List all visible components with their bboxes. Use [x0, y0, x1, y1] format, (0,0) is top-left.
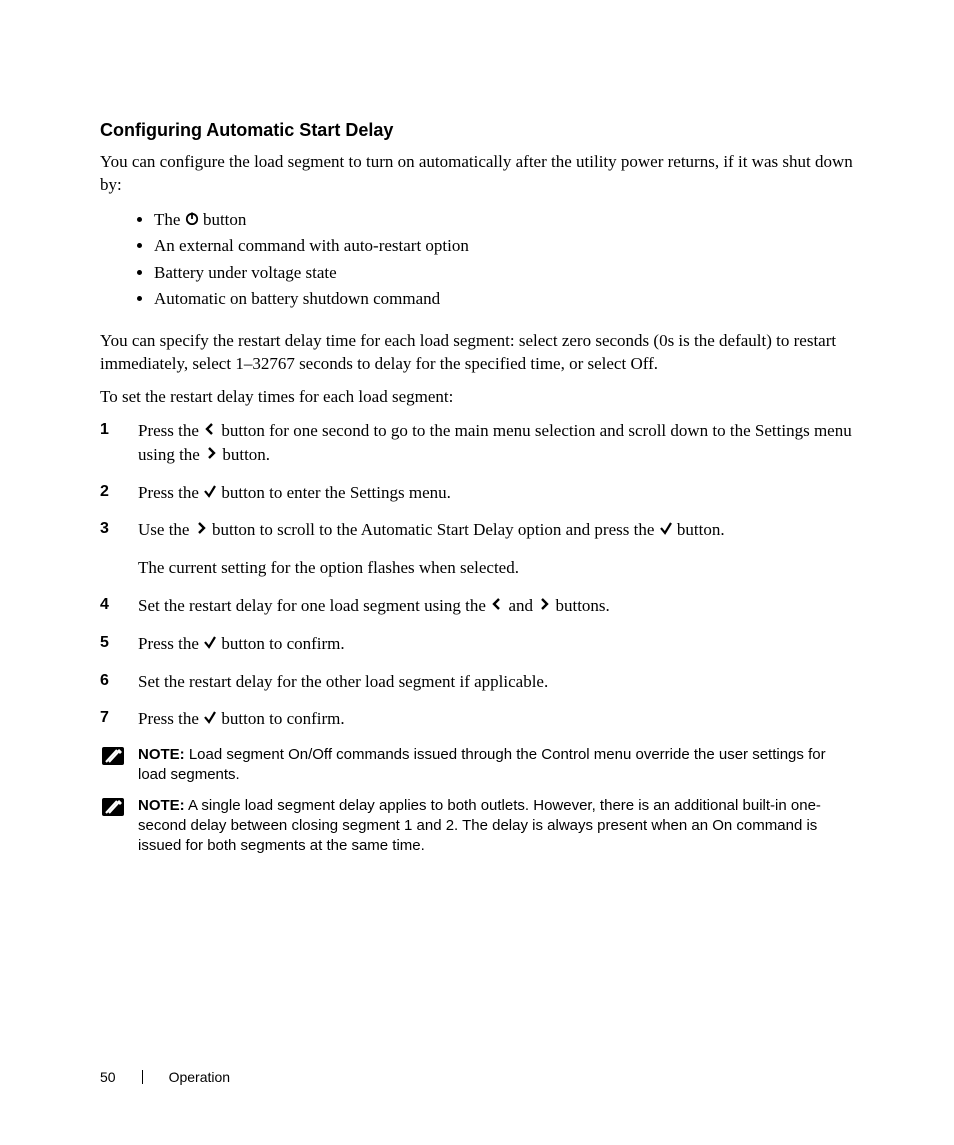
- left-arrow-icon: [490, 597, 504, 611]
- check-icon: [203, 710, 217, 724]
- note-body: A single load segment delay applies to b…: [138, 797, 821, 855]
- step-5: Press the button to confirm.: [100, 632, 854, 656]
- step-text: buttons.: [551, 596, 610, 615]
- bullet-text-pre: The: [154, 210, 185, 229]
- restart-delay-paragraph: You can specify the restart delay time f…: [100, 330, 854, 376]
- left-arrow-icon: [203, 422, 217, 436]
- step-text: button to confirm.: [217, 709, 344, 728]
- step-text: and: [504, 596, 537, 615]
- bullet-power-button: The button: [154, 207, 854, 233]
- bullet-text-post: button: [203, 210, 246, 229]
- note-text: NOTE: A single load segment delay applie…: [138, 796, 854, 857]
- bullet-auto-battery-shutdown: Automatic on battery shutdown command: [154, 286, 854, 312]
- step-text: Use the: [138, 520, 194, 539]
- step-text: Set the restart delay for one load segme…: [138, 596, 490, 615]
- step-text: button to enter the Settings menu.: [217, 483, 451, 502]
- step-1: Press the button for one second to go to…: [100, 419, 854, 467]
- procedure-steps: Press the button for one second to go to…: [100, 419, 854, 731]
- note-text: NOTE: Load segment On/Off commands issue…: [138, 745, 854, 786]
- right-arrow-icon: [204, 446, 218, 460]
- document-page: Configuring Automatic Start Delay You ca…: [0, 0, 954, 1145]
- footer-section-name: Operation: [169, 1069, 230, 1085]
- power-icon: [185, 211, 199, 225]
- cause-list: The button An external command with auto…: [100, 207, 854, 312]
- check-icon: [203, 484, 217, 498]
- right-arrow-icon: [194, 521, 208, 535]
- step-text: Press the: [138, 421, 203, 440]
- page-footer: 50 Operation: [100, 1069, 854, 1085]
- check-icon: [203, 635, 217, 649]
- step-6: Set the restart delay for the other load…: [100, 670, 854, 694]
- check-icon: [659, 521, 673, 535]
- footer-divider: [142, 1070, 143, 1084]
- step-2: Press the button to enter the Settings m…: [100, 481, 854, 505]
- step-text: button to confirm.: [217, 634, 344, 653]
- note-body: Load segment On/Off commands issued thro…: [138, 746, 826, 783]
- step-text: Press the: [138, 483, 203, 502]
- note-icon: [100, 796, 130, 818]
- step-text: button to scroll to the Automatic Start …: [208, 520, 659, 539]
- to-set-paragraph: To set the restart delay times for each …: [100, 386, 854, 409]
- section-heading: Configuring Automatic Start Delay: [100, 120, 854, 141]
- step-text: button.: [218, 445, 270, 464]
- note-icon: [100, 745, 130, 767]
- step-3-sub: The current setting for the option flash…: [138, 556, 854, 580]
- step-text: Press the: [138, 709, 203, 728]
- step-text: Press the: [138, 634, 203, 653]
- note-1: NOTE: Load segment On/Off commands issue…: [100, 745, 854, 786]
- note-label: NOTE:: [138, 746, 185, 763]
- right-arrow-icon: [537, 597, 551, 611]
- step-3: Use the button to scroll to the Automati…: [100, 518, 854, 580]
- step-7: Press the button to confirm.: [100, 707, 854, 731]
- step-text: button.: [673, 520, 725, 539]
- note-2: NOTE: A single load segment delay applie…: [100, 796, 854, 857]
- page-number: 50: [100, 1069, 116, 1085]
- step-4: Set the restart delay for one load segme…: [100, 594, 854, 618]
- bullet-external-command: An external command with auto-restart op…: [154, 233, 854, 259]
- note-label: NOTE:: [138, 797, 185, 814]
- intro-paragraph: You can configure the load segment to tu…: [100, 151, 854, 197]
- bullet-battery-under-voltage: Battery under voltage state: [154, 260, 854, 286]
